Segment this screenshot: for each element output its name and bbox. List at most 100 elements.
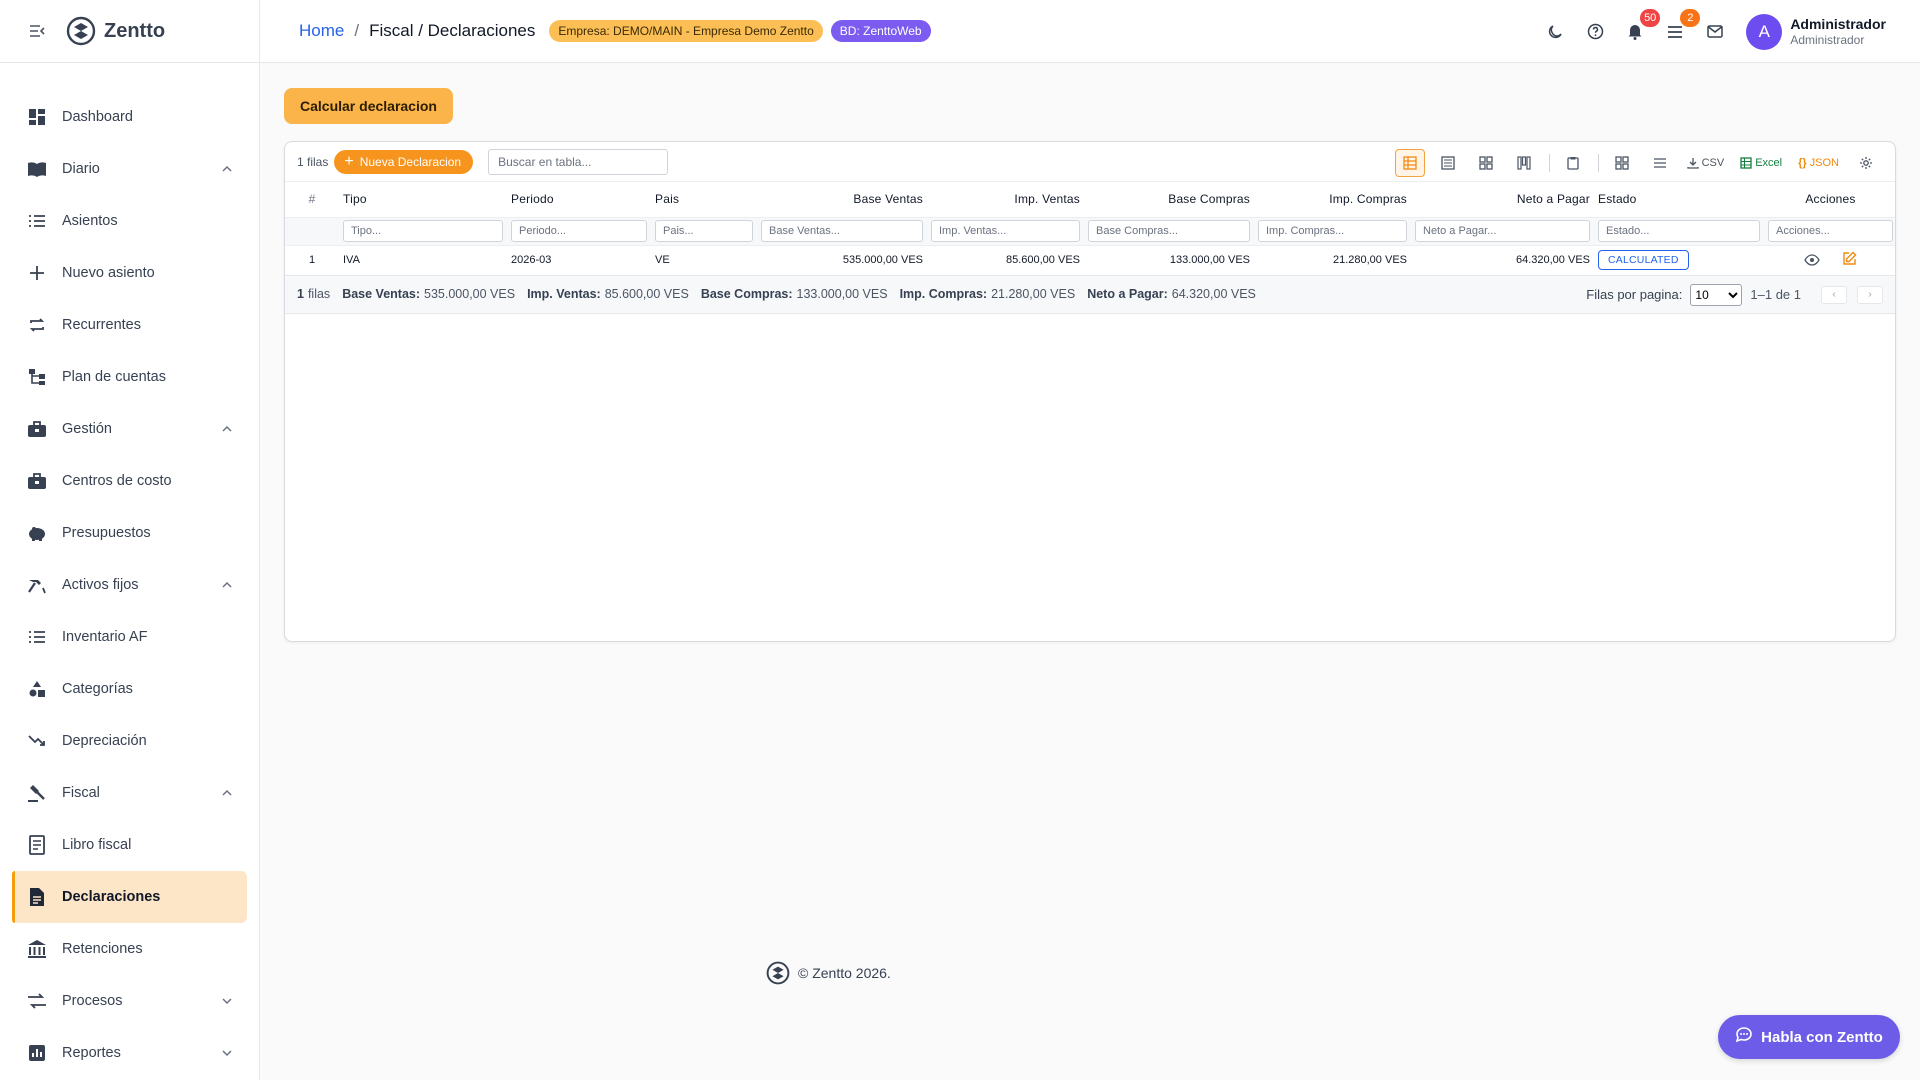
sidebar-item-retenciones[interactable]: Retenciones	[12, 923, 247, 975]
filter-neto-input[interactable]	[1415, 220, 1590, 242]
new-declaration-button[interactable]: + Nueva Declaracion	[334, 149, 474, 174]
sidebar-item-procesos[interactable]: Procesos	[12, 975, 247, 1027]
column-header-neto[interactable]: Neto a Pagar	[1411, 182, 1594, 217]
chat-with-zentto-button[interactable]: Habla con Zentto	[1718, 1015, 1900, 1059]
filter-periodo-input[interactable]	[511, 220, 647, 242]
filter-tipo-input[interactable]	[343, 220, 503, 242]
export-csv-button[interactable]: CSV	[1683, 149, 1729, 177]
summary-base-ventas: Base Ventas: 535.000,00 VES	[342, 287, 515, 301]
summary-value: 64.320,00 VES	[1171, 287, 1256, 301]
notifications-count-badge: 50	[1640, 8, 1661, 27]
rows-per-page-select[interactable]: 10	[1690, 283, 1743, 306]
column-header-imp-compras[interactable]: Imp. Compras	[1254, 182, 1411, 217]
card-view-icon[interactable]	[1471, 149, 1501, 177]
column-header-base-compras[interactable]: Base Compras	[1084, 182, 1254, 217]
sidebar-item-label: Fiscal	[62, 785, 100, 801]
sidebar-item-libro-fiscal[interactable]: Libro fiscal	[12, 819, 247, 871]
rows-count: 1 filas	[297, 154, 329, 169]
column-header-base-ventas[interactable]: Base Ventas	[757, 182, 927, 217]
column-header-pais[interactable]: Pais	[651, 182, 757, 217]
filter-estado-input[interactable]	[1598, 220, 1760, 242]
rows-per-page-label: Filas por pagina:	[1586, 287, 1683, 302]
trending-down-icon	[26, 730, 48, 752]
compact-view-icon[interactable]	[1433, 149, 1463, 177]
download-icon	[1686, 158, 1699, 169]
filter-acciones-input[interactable]	[1768, 220, 1893, 242]
sidebar-item-gestion[interactable]: Gestión	[12, 403, 247, 455]
list-icon	[26, 626, 48, 648]
copyright-text: © Zentto 2026.	[798, 965, 891, 981]
sidebar-item-presupuestos[interactable]: Presupuestos	[12, 507, 247, 559]
sidebar-item-recurrentes[interactable]: Recurrentes	[12, 299, 247, 351]
column-header-imp-ventas[interactable]: Imp. Ventas	[927, 182, 1084, 217]
ledger-icon	[26, 834, 48, 856]
sidebar-item-depreciacion[interactable]: Depreciación	[12, 715, 247, 767]
json-label: JSON	[1809, 157, 1839, 169]
density-grid-icon[interactable]	[1607, 149, 1637, 177]
sidebar-item-activos-fijos[interactable]: Activos fijos	[12, 559, 247, 611]
sidebar-item-categorias[interactable]: Categorías	[12, 663, 247, 715]
sidebar-item-declaraciones[interactable]: Declaraciones	[12, 871, 247, 923]
density-list-icon[interactable]	[1645, 149, 1675, 177]
filter-base-ventas-input[interactable]	[761, 220, 923, 242]
filter-base-compras-input[interactable]	[1088, 220, 1250, 242]
sidebar-item-centros-de-costo[interactable]: Centros de costo	[12, 455, 247, 507]
report-icon	[26, 1042, 48, 1064]
summary-value: 21.280,00 VES	[991, 287, 1076, 301]
tasks-list-icon[interactable]: 2	[1664, 8, 1701, 43]
table-view-icon[interactable]	[1394, 149, 1425, 177]
next-page-button[interactable]: ›	[1857, 285, 1883, 304]
cell-base-ventas: 535.000,00 VES	[757, 245, 927, 276]
column-header-periodo[interactable]: Periodo	[507, 182, 651, 217]
clipboard-icon[interactable]	[1558, 149, 1588, 177]
calculate-declaration-button[interactable]: Calcular declaracion	[284, 88, 453, 124]
table-search-input[interactable]	[488, 148, 669, 175]
summary-base-compras: Base Compras: 133.000,00 VES	[701, 287, 888, 301]
summary-value: 133.000,00 VES	[796, 287, 888, 301]
edit-pencil-icon[interactable]	[1842, 251, 1857, 266]
declarations-grid-card: 1 filas + Nueva Declaracion CSV	[284, 141, 1896, 642]
export-excel-button[interactable]: Excel	[1736, 149, 1786, 177]
filter-imp-ventas-input[interactable]	[931, 220, 1080, 242]
cell-imp-compras: 21.280,00 VES	[1254, 245, 1411, 276]
notifications-bell-icon[interactable]: 50	[1624, 8, 1661, 43]
summary-value: 85.600,00 VES	[604, 287, 689, 301]
status-badge: CALCULATED	[1598, 250, 1689, 270]
summary-rows-word: filas	[307, 287, 331, 301]
filter-imp-compras-input[interactable]	[1258, 220, 1407, 242]
sidebar-item-inventario-af[interactable]: Inventario AF	[12, 611, 247, 663]
settings-gear-icon[interactable]	[1851, 149, 1881, 177]
collapse-menu-icon[interactable]	[28, 22, 46, 40]
sidebar-item-reportes[interactable]: Reportes	[12, 1027, 247, 1079]
kanban-view-icon[interactable]	[1509, 149, 1539, 177]
column-header-tipo[interactable]: Tipo	[339, 182, 507, 217]
company-badge[interactable]: Empresa: DEMO/MAIN - Empresa Demo Zentto	[549, 20, 823, 42]
help-icon[interactable]	[1584, 21, 1606, 43]
sidebar-item-asientos[interactable]: Asientos	[12, 195, 247, 247]
avatar[interactable]: A	[1746, 13, 1783, 50]
sidebar-item-fiscal[interactable]: Fiscal	[12, 767, 247, 819]
dark-mode-icon[interactable]	[1544, 21, 1566, 43]
toolbar-divider	[1597, 154, 1599, 172]
table-row[interactable]: 1 IVA 2026-03 VE 535.000,00 VES 85.600,0…	[285, 245, 1895, 276]
export-json-button[interactable]: {} JSON	[1794, 149, 1843, 177]
new-declaration-label: Nueva Declaracion	[359, 154, 462, 169]
tree-icon	[26, 366, 48, 388]
sidebar-item-plan-de-cuentas[interactable]: Plan de cuentas	[12, 351, 247, 403]
database-badge[interactable]: BD: ZenttoWeb	[830, 20, 931, 42]
filter-pais-input[interactable]	[655, 220, 753, 242]
chevron-down-icon	[222, 998, 232, 1005]
sidebar: Zentto Dashboard Diario Asientos Nuevo a…	[0, 0, 260, 1080]
sidebar-item-diario[interactable]: Diario	[12, 143, 247, 195]
braces-icon: {}	[1798, 157, 1807, 169]
user-info[interactable]: Administrador Administrador	[1790, 15, 1886, 49]
mail-icon[interactable]	[1704, 21, 1726, 43]
breadcrumb-home-link[interactable]: Home	[299, 21, 344, 41]
prev-page-button[interactable]: ‹	[1821, 285, 1847, 304]
view-eye-icon[interactable]	[1804, 254, 1821, 266]
sidebar-item-nuevo-asiento[interactable]: Nuevo asiento	[12, 247, 247, 299]
hammer-icon	[26, 574, 48, 596]
sidebar-item-label: Nuevo asiento	[62, 265, 155, 281]
column-header-estado[interactable]: Estado	[1594, 182, 1764, 217]
sidebar-item-dashboard[interactable]: Dashboard	[12, 91, 247, 143]
